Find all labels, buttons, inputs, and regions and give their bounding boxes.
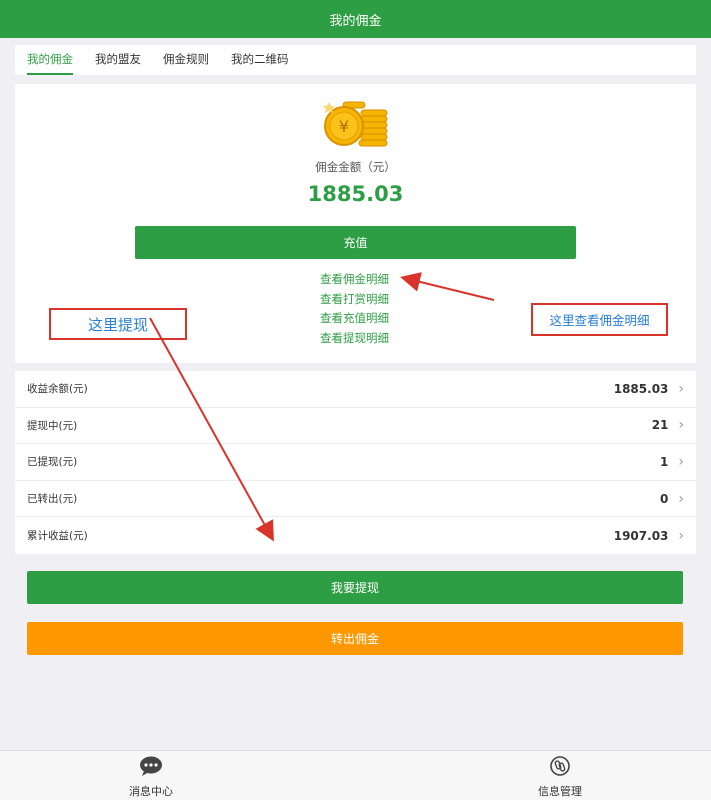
annotation-view-details-here: 这里查看佣金明细: [531, 303, 668, 336]
arrow-to-details: [400, 272, 495, 301]
arrow-to-withdraw: [149, 317, 274, 542]
annotation-text: 这里查看佣金明细: [549, 313, 650, 328]
annotation-text: 这里提现: [87, 315, 148, 334]
annotation-withdraw-here: 这里提现: [49, 308, 187, 340]
annotation-arrows: [149, 272, 495, 542]
